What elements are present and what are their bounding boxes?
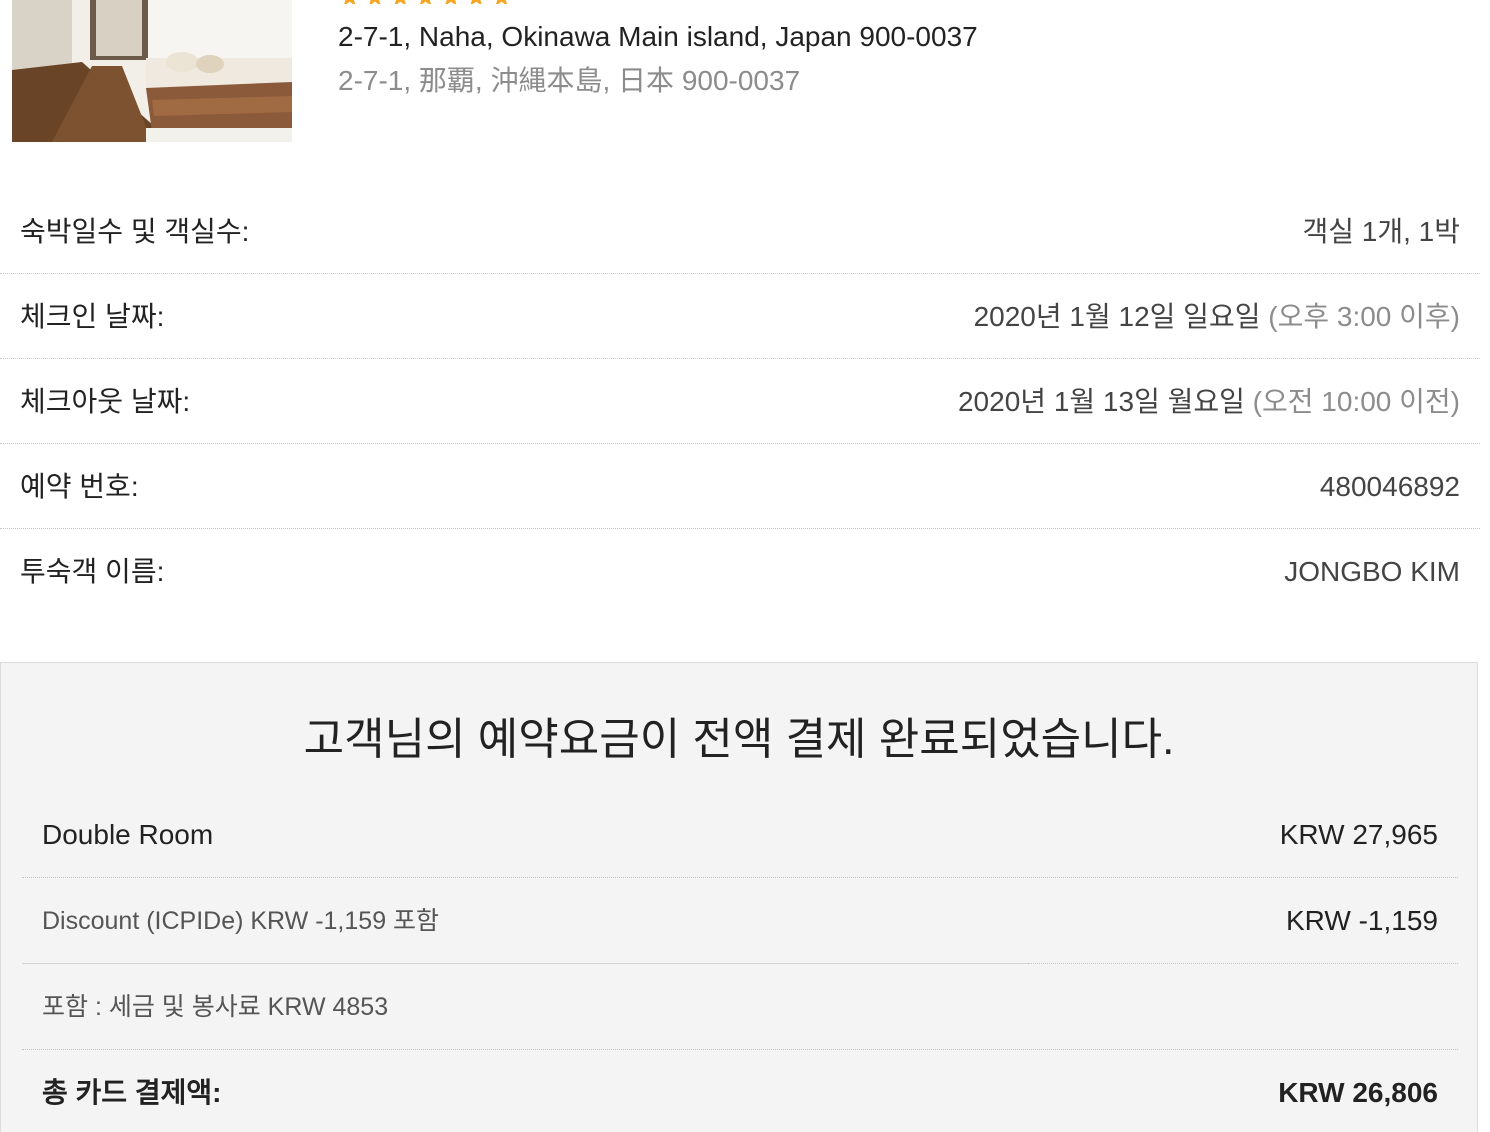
detail-value: 객실 1개, 1박: [1302, 189, 1460, 274]
detail-row-booking-number: 예약 번호: 480046892: [0, 444, 1480, 529]
detail-value-text: 2020년 1월 13일 월요일: [957, 386, 1245, 417]
total-value: KRW 26,806: [1278, 1077, 1438, 1108]
price-row-room: Double Room KRW 27,965: [22, 792, 1458, 878]
detail-value: 2020년 1월 13일 월요일 (오전 10:00 이전): [958, 359, 1460, 444]
detail-value-note: (오전 10:00 이전): [1252, 386, 1460, 417]
discount-value: KRW -1,159: [1286, 905, 1438, 936]
discount-label: Discount (ICPIDe) KRW -1,159 포함: [42, 907, 440, 935]
detail-row-nights-rooms: 숙박일수 및 객실수: 객실 1개, 1박: [0, 189, 1480, 274]
detail-value: 480046892: [1320, 444, 1460, 529]
booking-confirmation-page: ★★★★★★★ 2-7-1, Naha, Okinawa Main island…: [0, 0, 1490, 1132]
price-breakdown-list: Double Room KRW 27,965 Discount (ICPIDe)…: [22, 792, 1458, 1132]
detail-row-check-out: 체크아웃 날짜: 2020년 1월 13일 월요일 (오전 10:00 이전): [0, 359, 1480, 444]
payment-status-title: 고객님의 예약요금이 전액 결제 완료되었습니다.: [303, 715, 1175, 764]
room-type-label: Double Room: [42, 819, 214, 850]
price-row-discount: Discount (ICPIDe) KRW -1,159 포함 KRW -1,1…: [22, 878, 1458, 964]
tax-included-label: 포함 : 세금 및 봉사료 KRW 4853: [42, 993, 389, 1021]
hotel-address-english: 2-7-1, Naha, Okinawa Main island, Japan …: [338, 21, 978, 52]
detail-row-check-in: 체크인 날짜: 2020년 1월 12일 일요일 (오후 3:00 이후): [0, 274, 1480, 359]
detail-value-text: 480046892: [1319, 471, 1460, 502]
detail-value: JONGBO KIM: [1284, 529, 1460, 614]
price-row-tax: 포함 : 세금 및 봉사료 KRW 4853: [22, 964, 1458, 1050]
detail-value-text: 2020년 1월 12일 일요일: [973, 301, 1261, 332]
detail-label: 체크아웃 날짜:: [20, 386, 191, 417]
detail-label: 체크인 날짜:: [20, 301, 165, 332]
detail-value: 2020년 1월 12일 일요일 (오후 3:00 이후): [974, 274, 1460, 359]
hotel-star-rating: ★★★★★★★: [338, 0, 515, 4]
hotel-address-local: 2-7-1, 那覇, 沖縄本島, 日本 900-0037: [338, 65, 801, 96]
detail-label: 숙박일수 및 객실수:: [20, 216, 250, 247]
detail-value-text: 객실 1개, 1박: [1302, 216, 1460, 247]
detail-label: 예약 번호:: [20, 471, 139, 502]
detail-value-note: (오후 3:00 이후): [1268, 301, 1460, 332]
detail-row-guest-name: 투숙객 이름: JONGBO KIM: [0, 529, 1480, 614]
total-label: 총 카드 결제액:: [42, 1077, 222, 1108]
booking-details-table: 숙박일수 및 객실수: 객실 1개, 1박 체크인 날짜: 2020년 1월 1…: [0, 189, 1480, 614]
detail-value-text: JONGBO KIM: [1284, 556, 1460, 587]
detail-label: 투숙객 이름:: [20, 556, 165, 587]
room-price-value: KRW 27,965: [1279, 819, 1438, 850]
hotel-room-photo: [12, 0, 292, 142]
price-row-total: 총 카드 결제액: KRW 26,806: [22, 1050, 1458, 1132]
